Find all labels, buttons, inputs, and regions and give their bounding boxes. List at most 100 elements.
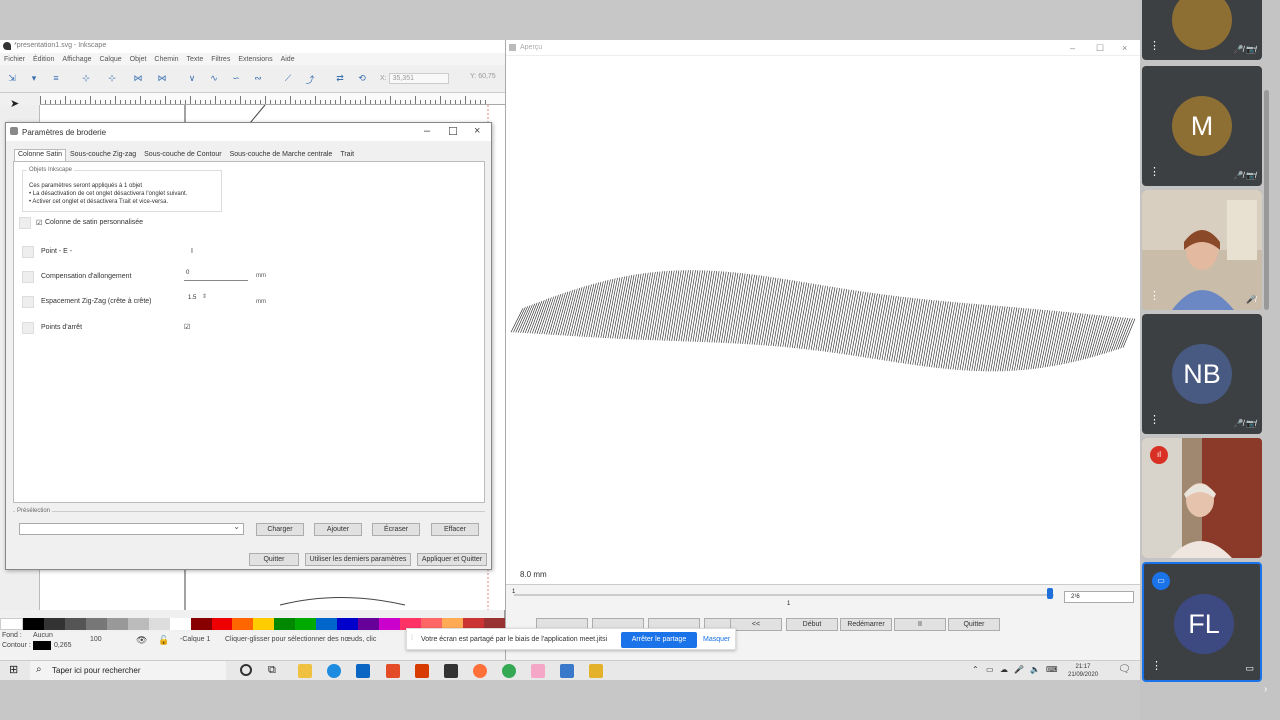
participant-tile[interactable]: ⋮ 🎤̸	[1142, 190, 1262, 310]
stitch-count-field[interactable]: 2¹6	[1064, 591, 1134, 603]
stitch-type-value[interactable]: I	[191, 248, 193, 255]
swatch[interactable]	[358, 618, 380, 630]
preset-combobox[interactable]	[19, 522, 244, 535]
coord-y-value[interactable]: 60,75	[478, 73, 496, 80]
custom-satin-checkbox[interactable]: ☑	[36, 219, 42, 227]
param-toggle-box[interactable]	[22, 322, 34, 334]
menu-path[interactable]: Chemin	[154, 56, 178, 63]
stop-sharing-button[interactable]: Arrêter le partage	[621, 632, 697, 648]
edge-icon[interactable]	[327, 664, 341, 678]
tray-chevron-icon[interactable]: ⌃	[972, 665, 979, 674]
menu-view[interactable]: Affichage	[62, 56, 91, 63]
inkscape-taskbar-icon[interactable]	[444, 664, 458, 678]
tab-satin-column[interactable]: Colonne Satin	[14, 149, 66, 161]
office-icon[interactable]	[415, 664, 429, 678]
participant-tile[interactable]: ıl	[1142, 438, 1262, 558]
tab-center-walk-underlay[interactable]: Sous-couche de Marche centrale	[226, 149, 337, 161]
more-options-icon[interactable]: ⋮	[1149, 165, 1160, 178]
swatch[interactable]	[169, 618, 191, 630]
swatch[interactable]	[295, 618, 317, 630]
menu-object[interactable]: Objet	[130, 56, 147, 63]
file-explorer-icon[interactable]	[298, 664, 312, 678]
quit-preview-button[interactable]: Quitter	[948, 618, 1000, 631]
chrome-icon[interactable]	[502, 664, 516, 678]
folder-icon[interactable]	[589, 664, 603, 678]
hide-banner-link[interactable]: Masquer	[703, 636, 730, 643]
pause-button[interactable]: II	[894, 618, 946, 631]
spinner-icon[interactable]: ⇕	[202, 293, 207, 300]
more-options-icon[interactable]: ⋮	[1149, 413, 1160, 426]
swatch[interactable]	[127, 618, 149, 630]
notifications-icon[interactable]: 🗨	[1118, 664, 1131, 675]
tray-cloud-icon[interactable]: ☁	[1000, 665, 1008, 674]
swatch[interactable]	[22, 618, 44, 630]
swatch[interactable]	[148, 618, 170, 630]
menu-layer[interactable]: Calque	[99, 56, 121, 63]
node-symmetric-icon[interactable]: ∽	[230, 73, 242, 83]
close-icon[interactable]: ×	[1122, 43, 1127, 53]
panel-scroll-arrow-icon[interactable]: ›	[1264, 684, 1267, 695]
tab-contour-underlay[interactable]: Sous-couche de Contour	[140, 149, 225, 161]
tab-zigzag-underlay[interactable]: Sous-couche Zig-zag	[66, 149, 140, 161]
more-options-icon[interactable]: ⋮	[1149, 289, 1160, 302]
lock-icon[interactable]: 🔓	[158, 635, 169, 646]
swatch[interactable]	[64, 618, 86, 630]
coord-y-field[interactable]: Y: 60,75	[470, 73, 496, 80]
swatch[interactable]	[211, 618, 233, 630]
swatch[interactable]	[232, 618, 254, 630]
segment-curve-icon[interactable]: ⤴	[304, 73, 316, 85]
opacity-value[interactable]: 100	[90, 636, 102, 643]
add-preset-button[interactable]: Ajouter	[314, 523, 362, 536]
overwrite-preset-button[interactable]: Écraser	[372, 523, 420, 536]
node-join-icon[interactable]: ⊹	[80, 73, 92, 83]
stitch-preview-canvas[interactable]	[509, 58, 1139, 578]
layer-selector[interactable]: -Calque 1	[180, 636, 210, 643]
restart-button[interactable]: Redémarrer	[840, 618, 892, 631]
fast-back-button[interactable]: <<	[730, 618, 782, 631]
tray-network-icon[interactable]: ▭	[986, 665, 994, 674]
participant-tile[interactable]: NB ⋮ 🎤̸ 📷̸	[1142, 314, 1262, 434]
node-auto-icon[interactable]: ∾	[252, 73, 264, 83]
segment-line-icon[interactable]: ⟋	[282, 73, 294, 83]
tie-stitches-checkbox[interactable]: ☑	[184, 323, 190, 331]
menu-edit[interactable]: Édition	[33, 56, 54, 63]
menu-file[interactable]: Fichier	[4, 56, 25, 63]
delete-preset-button[interactable]: Effacer	[431, 523, 479, 536]
segment-join-icon[interactable]: ⋈	[132, 73, 144, 83]
participant-tile[interactable]: M ⋮ 🎤̸ 📷̸	[1142, 66, 1262, 186]
windows-start-icon[interactable]: ⊞	[9, 665, 20, 676]
store-icon[interactable]	[386, 664, 400, 678]
select-all-icon[interactable]: ⇲	[6, 73, 18, 83]
node-add-icon[interactable]: ≡	[50, 73, 62, 83]
segment-delete-icon[interactable]: ⋈	[156, 73, 168, 83]
taskbar-clock[interactable]: 21:17 21/09/2020	[1068, 663, 1098, 679]
more-options-icon[interactable]: ⋮	[1151, 659, 1162, 672]
tab-stroke[interactable]: Trait	[336, 149, 358, 161]
minimize-icon[interactable]: –	[424, 125, 430, 137]
selector-tool-icon[interactable]: ➤	[10, 97, 19, 110]
firefox-icon[interactable]	[473, 664, 487, 678]
tray-keyboard-icon[interactable]: ⌨	[1046, 665, 1058, 674]
stroke-to-path-icon[interactable]: ⟲	[356, 73, 368, 83]
swatch[interactable]	[190, 618, 212, 630]
mail-icon[interactable]	[356, 664, 370, 678]
participant-tile-self[interactable]: FL ▭ ⋮ ▭	[1142, 562, 1262, 682]
stitch-slider-track[interactable]	[514, 594, 1054, 596]
more-options-icon[interactable]: ⋮	[1149, 39, 1160, 52]
swatch[interactable]	[253, 618, 275, 630]
tray-volume-icon[interactable]: 🔈	[1030, 665, 1040, 674]
object-to-path-icon[interactable]: ⇄	[334, 73, 346, 83]
use-last-settings-button[interactable]: Utiliser les derniers paramètres	[305, 553, 411, 566]
menu-text[interactable]: Texte	[187, 56, 204, 63]
swatch[interactable]	[85, 618, 107, 630]
param-toggle-box[interactable]	[22, 271, 34, 283]
eye-icon[interactable]: 👁	[136, 635, 147, 646]
param-toggle-box[interactable]	[22, 296, 34, 308]
swatch[interactable]	[274, 618, 296, 630]
menu-help[interactable]: Aide	[281, 56, 295, 63]
swatch[interactable]	[316, 618, 338, 630]
load-preset-button[interactable]: Charger	[256, 523, 304, 536]
swatch-none[interactable]	[0, 618, 23, 630]
coord-x-value[interactable]: 35,351	[388, 73, 449, 84]
node-cusp-icon[interactable]: ∨	[186, 73, 198, 83]
